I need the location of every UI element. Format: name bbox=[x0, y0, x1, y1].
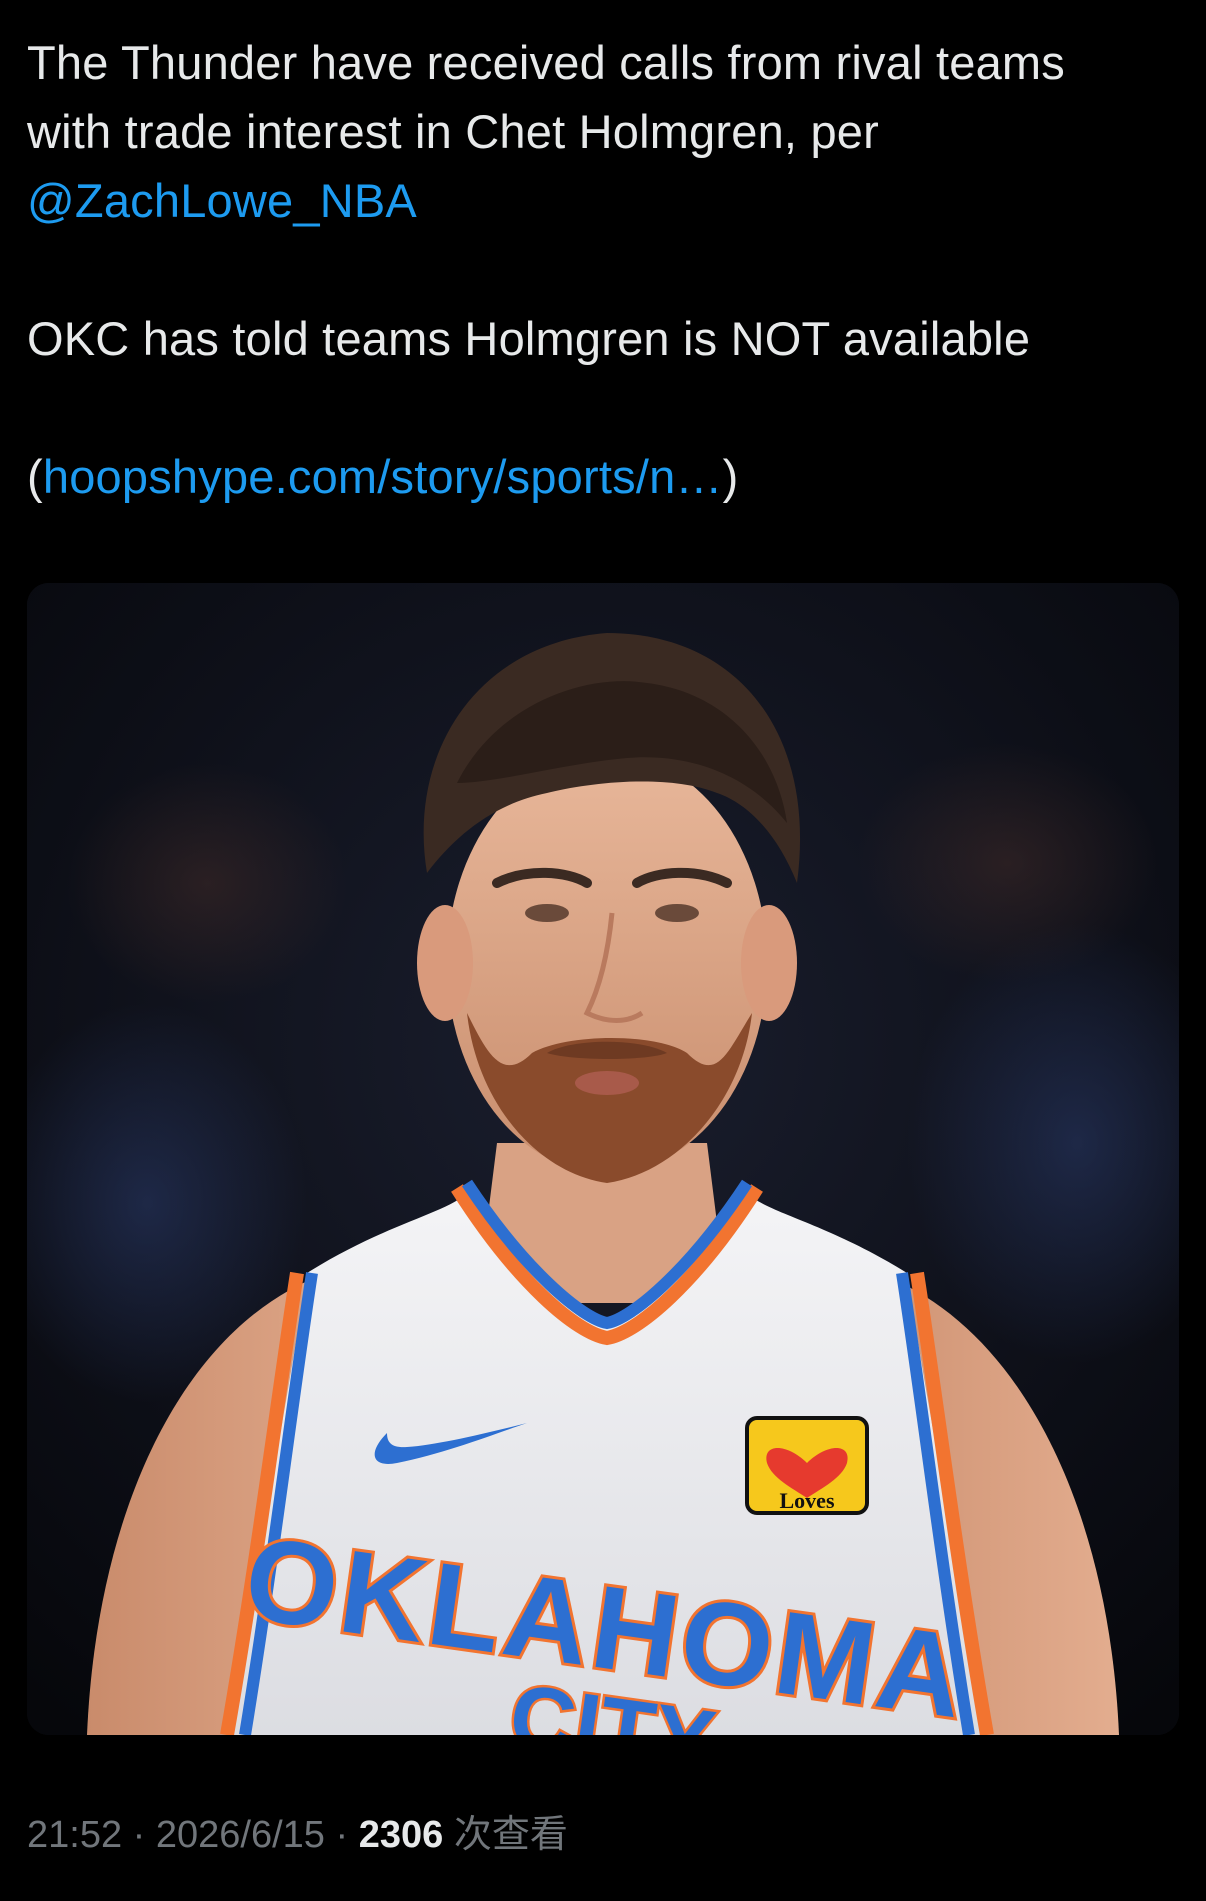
tweet-line-3: OKC has told teams Holmgren is NOT avail… bbox=[27, 312, 1031, 365]
meta-separator: · bbox=[324, 1814, 359, 1856]
tweet-line-1: The Thunder have received calls from riv… bbox=[27, 36, 1065, 89]
link-paren-close: ) bbox=[722, 450, 739, 503]
mention-link[interactable]: @ZachLowe_NBA bbox=[27, 174, 417, 227]
meta-separator: · bbox=[122, 1814, 156, 1856]
tweet-line-2: with trade interest in Chet Holmgren, pe… bbox=[27, 105, 879, 158]
tweet-date[interactable]: 2026/6/15 bbox=[156, 1814, 325, 1856]
link-paren-open: ( bbox=[27, 450, 43, 503]
tweet-media-image[interactable]: OKLAHOMA CITY Loves bbox=[27, 583, 1179, 1735]
tweet-time[interactable]: 21:52 bbox=[27, 1814, 122, 1856]
views-label: 次查看 bbox=[443, 1814, 568, 1856]
views-count: 2306 bbox=[358, 1814, 444, 1856]
tweet-meta: 21:52 · 2026/6/15 · 2306 次查看 bbox=[27, 1810, 568, 1860]
article-link[interactable]: hoopshype.com/story/sports/n… bbox=[43, 450, 723, 503]
tweet-text: The Thunder have received calls from riv… bbox=[27, 28, 1177, 511]
sponsor-text: Loves bbox=[780, 1488, 835, 1513]
player-photo: OKLAHOMA CITY Loves bbox=[27, 583, 1179, 1735]
